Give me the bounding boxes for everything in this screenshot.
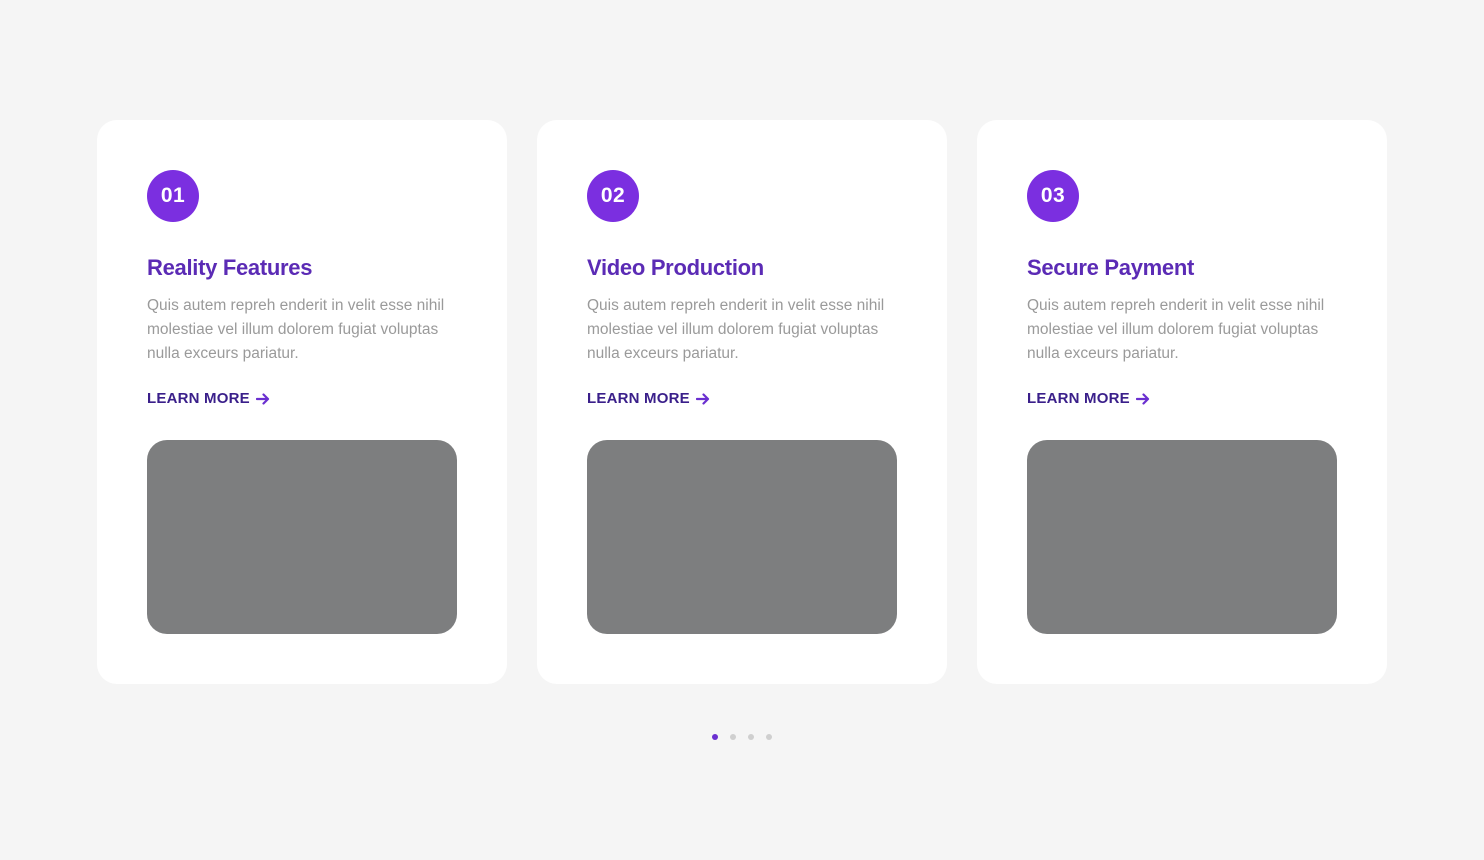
learn-more-label: LEARN MORE	[147, 390, 250, 407]
pagination-dot[interactable]	[766, 734, 772, 740]
carousel-pagination	[712, 734, 772, 740]
card-description: Quis autem repreh enderit in velit esse …	[587, 297, 885, 362]
card-number-badge: 02	[587, 170, 639, 222]
pagination-dot[interactable]	[748, 734, 754, 740]
pagination-dot[interactable]	[730, 734, 736, 740]
feature-card: 01 Reality Features Quis autem repreh en…	[97, 120, 507, 684]
card-title: Secure Payment	[1027, 255, 1194, 280]
card-image-placeholder	[147, 440, 457, 634]
card-title: Video Production	[587, 255, 764, 280]
learn-more-link[interactable]: LEARN MORE	[587, 390, 710, 407]
learn-more-link[interactable]: LEARN MORE	[147, 390, 270, 407]
learn-more-link[interactable]: LEARN MORE	[1027, 390, 1150, 407]
arrow-right-icon	[695, 392, 710, 406]
card-title: Reality Features	[147, 255, 313, 280]
feature-carousel: 01 Reality Features Quis autem repreh en…	[97, 120, 1387, 684]
pagination-dot[interactable]	[712, 734, 718, 740]
card-description: Quis autem repreh enderit in velit esse …	[1027, 297, 1325, 362]
card-number-badge: 01	[147, 170, 199, 222]
learn-more-label: LEARN MORE	[1027, 390, 1130, 407]
arrow-right-icon	[255, 392, 270, 406]
card-number-badge: 03	[1027, 170, 1079, 222]
feature-card: 02 Video Production Quis autem repreh en…	[537, 120, 947, 684]
card-image-placeholder	[1027, 440, 1337, 634]
card-image-placeholder	[587, 440, 897, 634]
feature-card: 03 Secure Payment Quis autem repreh ende…	[977, 120, 1387, 684]
learn-more-label: LEARN MORE	[587, 390, 690, 407]
card-description: Quis autem repreh enderit in velit esse …	[147, 297, 445, 362]
arrow-right-icon	[1135, 392, 1150, 406]
